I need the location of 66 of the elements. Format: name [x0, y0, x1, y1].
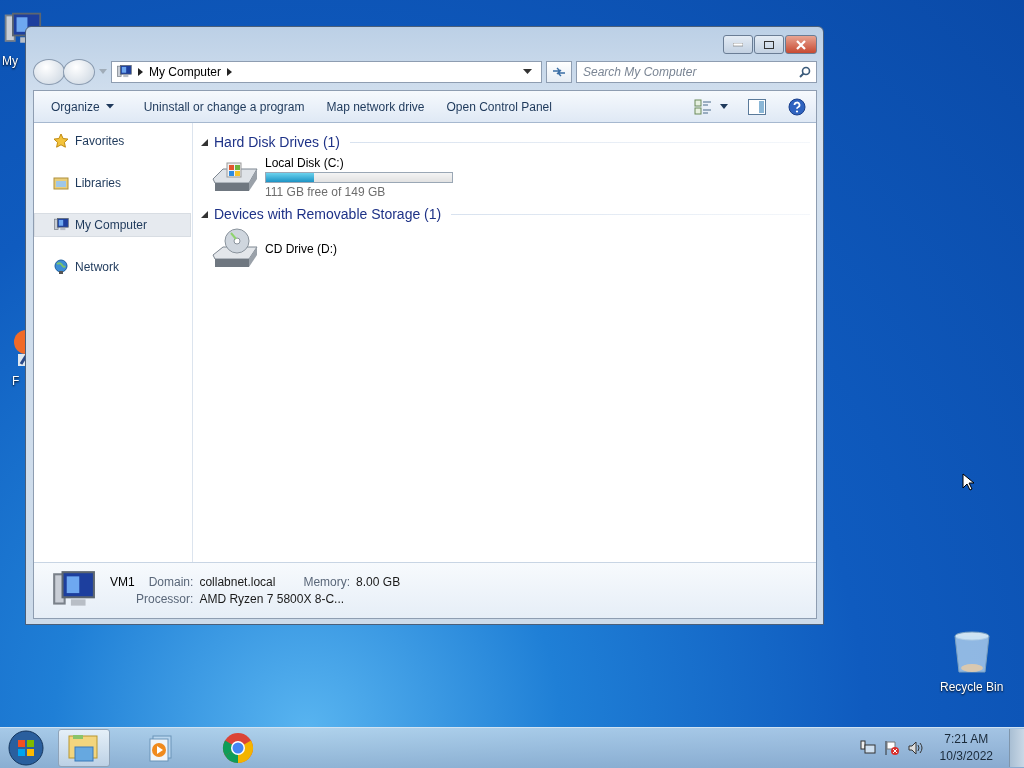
help-icon[interactable] [788, 97, 806, 116]
chevron-icon[interactable] [227, 68, 233, 76]
close-icon [795, 39, 807, 50]
chevron-icon [138, 68, 143, 76]
clock-time: 7:21 AM [944, 731, 989, 748]
folder-icon [67, 733, 101, 763]
menu-button[interactable]: Organize [42, 95, 123, 118]
group-header[interactable]: Hard Disk Drives (1) [214, 134, 340, 150]
drive-item[interactable]: CD Drive (D:) [201, 225, 810, 275]
maximize-button[interactable] [754, 35, 784, 54]
collapse-icon[interactable] [201, 210, 208, 218]
drive-item[interactable]: Local Disk (C:) 111 GB free of 149 GB [201, 153, 810, 203]
search-field[interactable]: Search My Computer [576, 61, 817, 83]
folder-icon [53, 175, 69, 191]
nav-item[interactable]: Network [34, 255, 191, 279]
clock[interactable]: 7:21 AM 10/3/2022 [939, 731, 993, 765]
nav-item[interactable]: Favorites [34, 129, 191, 153]
network-icon[interactable] [859, 740, 876, 756]
nav-item[interactable]: Libraries [34, 171, 191, 195]
start-button[interactable] [6, 729, 46, 767]
dropdown-icon[interactable] [523, 69, 533, 75]
breadcrumb[interactable]: My Computer [149, 65, 222, 79]
field-value: collabnet.local [199, 575, 276, 589]
minimize-button[interactable] [723, 35, 753, 54]
forward-button[interactable] [63, 59, 95, 85]
flag-icon[interactable] [883, 740, 900, 756]
nav-item[interactable]: My Computer [34, 213, 191, 237]
field-value: AMD Ryzen 7 5800X 8-C... [199, 592, 346, 606]
address-bar[interactable]: My Computer [111, 61, 542, 83]
collapse-icon[interactable] [201, 138, 208, 146]
chrome-icon [222, 732, 254, 764]
field-label: Domain: [148, 575, 194, 589]
group-header[interactable]: Devices with Removable Storage (1) [214, 206, 442, 222]
computer-icon [116, 64, 132, 80]
close-button[interactable] [785, 35, 817, 54]
field-label: Memory: [303, 575, 351, 589]
globe-icon [53, 259, 69, 275]
icon-label: Recycle Bin [940, 680, 1004, 694]
refresh-button[interactable] [546, 61, 572, 83]
icon-label: F [12, 374, 20, 388]
refresh-icon [552, 66, 566, 78]
cursor-icon [962, 473, 974, 491]
drive-name: Local Disk (C:) [265, 155, 345, 170]
preview-pane-icon[interactable] [748, 98, 766, 115]
caret-icon [105, 104, 114, 109]
taskbar-button[interactable] [58, 729, 110, 767]
search-icon[interactable] [799, 66, 811, 78]
media-player-icon [148, 734, 174, 762]
toolbar-button[interactable]: Uninstall or change a program [134, 95, 314, 118]
star-icon [53, 133, 69, 149]
field-label: Processor: [136, 592, 194, 606]
field-value: 8.00 GB [356, 575, 401, 589]
caret-icon[interactable] [718, 103, 730, 110]
free-space: 111 GB free of 149 GB [265, 184, 387, 199]
icon-label: My [2, 54, 18, 68]
toolbar-button[interactable]: Map network drive [317, 95, 434, 118]
computer-icon [53, 217, 69, 233]
drive-name: CD Drive (D:) [265, 242, 337, 256]
recycle-bin-icon [951, 630, 992, 676]
volume-icon[interactable] [907, 740, 924, 756]
computer-name: VM1 [110, 575, 135, 589]
toolbar-button[interactable]: Open Control Panel [437, 95, 561, 118]
back-button[interactable] [33, 59, 65, 85]
clock-date: 10/3/2022 [939, 748, 993, 765]
minimize-icon [733, 42, 743, 47]
restore-icon [764, 40, 774, 49]
